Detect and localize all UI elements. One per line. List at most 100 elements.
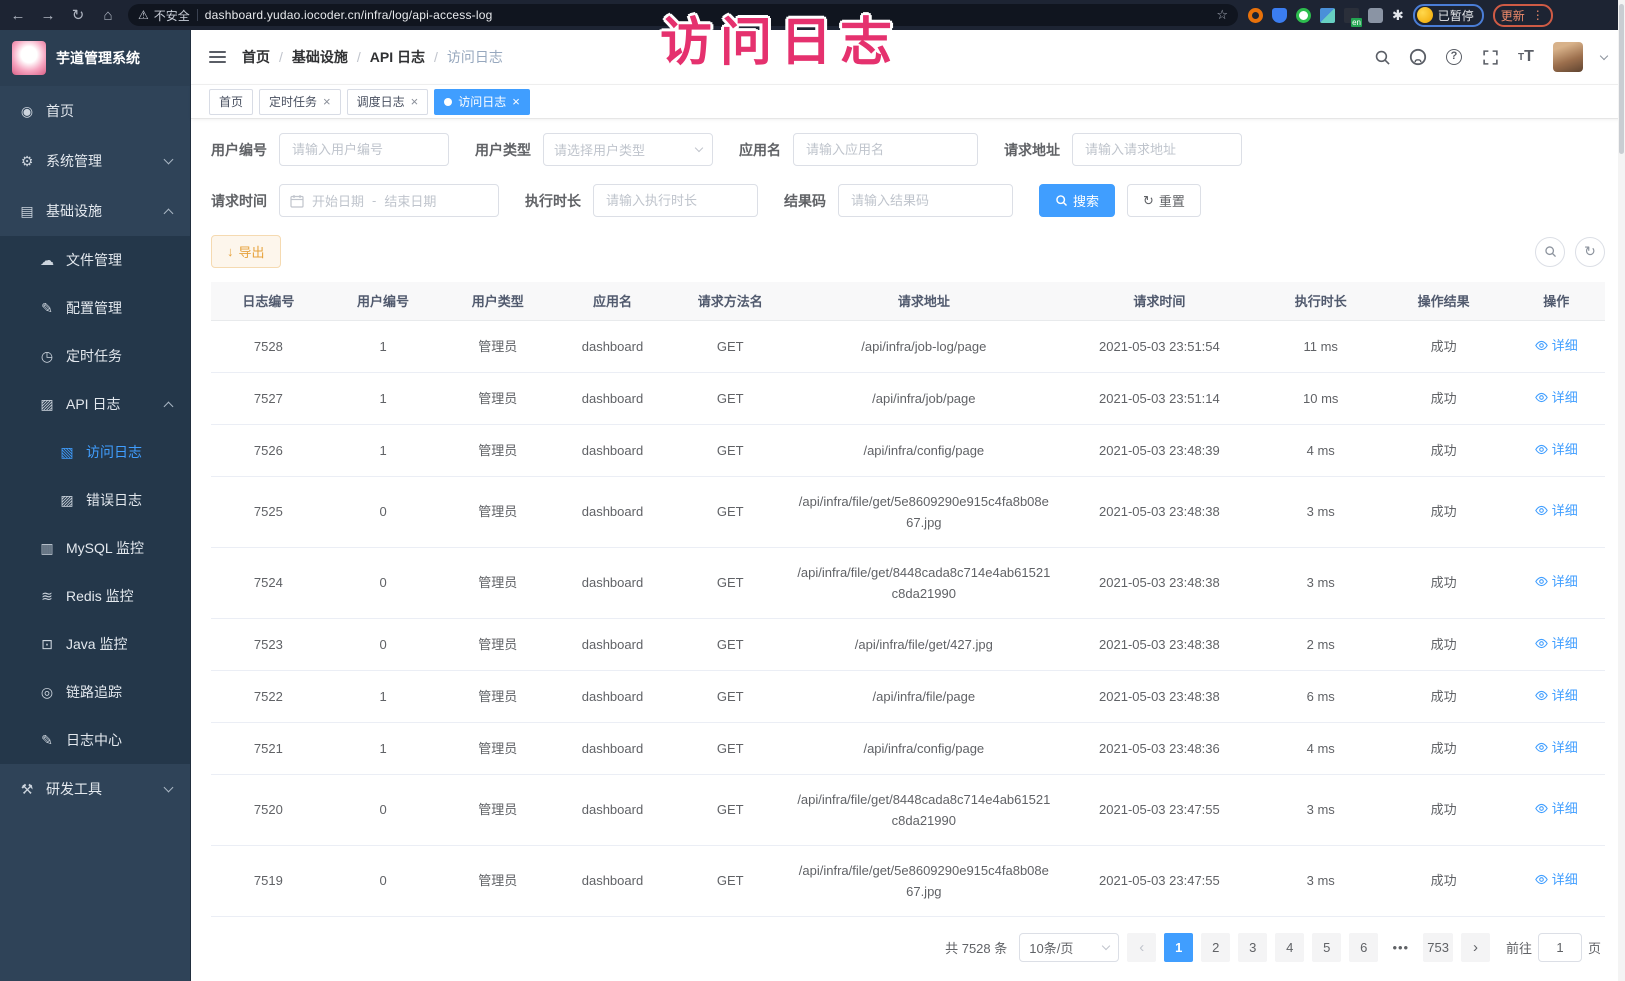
detail-link[interactable]: 详细 bbox=[1535, 869, 1578, 890]
date-range-picker[interactable]: 开始日期 - 结束日期 bbox=[279, 184, 499, 217]
browser-back-icon[interactable]: ← bbox=[8, 7, 28, 24]
page-button-1[interactable]: 1 bbox=[1164, 933, 1193, 962]
extension-icon[interactable] bbox=[1248, 8, 1263, 23]
scrollbar[interactable] bbox=[1618, 0, 1625, 981]
breadcrumb-api-log[interactable]: API 日志 bbox=[370, 47, 425, 67]
browser-reload-icon[interactable]: ↻ bbox=[68, 6, 88, 24]
tab-access-log[interactable]: 访问日志 × bbox=[434, 89, 530, 115]
user-menu-caret-icon[interactable] bbox=[1600, 51, 1608, 59]
tab-schedule-log[interactable]: 调度日志 × bbox=[347, 89, 429, 115]
duration-input[interactable] bbox=[593, 184, 758, 217]
cell-result: 成功 bbox=[1380, 372, 1508, 424]
breadcrumb-separator: / bbox=[434, 49, 438, 65]
sidebar-item-redis-monitor[interactable]: ≋ Redis 监控 bbox=[0, 572, 190, 620]
sidebar-item-home[interactable]: ◉ 首页 bbox=[0, 86, 190, 136]
toggle-search-button[interactable] bbox=[1535, 237, 1565, 267]
sidebar-collapse-icon[interactable] bbox=[209, 51, 226, 63]
search-icon bbox=[1055, 194, 1068, 207]
more-pages-button[interactable]: ••• bbox=[1386, 933, 1415, 962]
sidebar-item-mysql-monitor[interactable]: ▥ MySQL 监控 bbox=[0, 524, 190, 572]
help-icon[interactable]: ? bbox=[1445, 48, 1463, 66]
cell-user-type: 管理员 bbox=[440, 476, 555, 547]
sidebar-item-config-management[interactable]: ✎ 配置管理 bbox=[0, 284, 190, 332]
filter-row-1: 用户编号 用户类型 请选择用户类型 应用名 请求地址 bbox=[211, 133, 1605, 166]
update-button[interactable]: 更新 ⋮ bbox=[1493, 4, 1553, 27]
extension-icon[interactable] bbox=[1320, 8, 1335, 23]
page-button-4[interactable]: 4 bbox=[1275, 933, 1304, 962]
browser-home-icon[interactable]: ⌂ bbox=[98, 7, 118, 24]
close-icon[interactable]: × bbox=[411, 95, 419, 108]
tab-scheduled-tasks[interactable]: 定时任务 × bbox=[259, 89, 341, 115]
page-button-last[interactable]: 753 bbox=[1423, 933, 1453, 962]
page-button-6[interactable]: 6 bbox=[1349, 933, 1378, 962]
browser-forward-icon[interactable]: → bbox=[38, 7, 58, 24]
sidebar-item-system-management[interactable]: ⚙ 系统管理 bbox=[0, 136, 190, 186]
reset-button[interactable]: ↻ 重置 bbox=[1127, 184, 1201, 217]
export-button[interactable]: ↓ 导出 bbox=[211, 235, 281, 268]
prev-page-button[interactable]: ‹ bbox=[1127, 933, 1156, 962]
user-avatar[interactable] bbox=[1553, 42, 1583, 72]
detail-link[interactable]: 详细 bbox=[1535, 387, 1578, 408]
app-name-input[interactable] bbox=[793, 133, 978, 166]
detail-link[interactable]: 详细 bbox=[1535, 798, 1578, 819]
bookmark-star-icon[interactable]: ☆ bbox=[1216, 7, 1228, 23]
extension-icon[interactable] bbox=[1368, 8, 1383, 23]
sidebar-item-label: Redis 监控 bbox=[66, 586, 172, 606]
extension-icon[interactable] bbox=[1296, 8, 1311, 23]
sidebar-item-file-management[interactable]: ☁ 文件管理 bbox=[0, 236, 190, 284]
close-icon[interactable]: × bbox=[512, 95, 520, 108]
user-type-select[interactable]: 请选择用户类型 bbox=[543, 133, 713, 166]
fullscreen-icon[interactable] bbox=[1481, 48, 1499, 66]
breadcrumb-infrastructure[interactable]: 基础设施 bbox=[292, 47, 348, 67]
sidebar-item-java-monitor[interactable]: ⊡ Java 监控 bbox=[0, 620, 190, 668]
search-button[interactable]: 搜索 bbox=[1039, 184, 1115, 217]
breadcrumb-current: 访问日志 bbox=[447, 47, 503, 67]
cell-method: GET bbox=[670, 372, 791, 424]
user-id-input[interactable] bbox=[279, 133, 449, 166]
detail-link[interactable]: 详细 bbox=[1535, 685, 1578, 706]
browser-menu-icon[interactable]: ⋮ bbox=[1532, 8, 1545, 22]
cell-result: 成功 bbox=[1380, 547, 1508, 618]
cell-method: GET bbox=[670, 618, 791, 670]
refresh-table-button[interactable]: ↻ bbox=[1575, 237, 1605, 267]
tab-home[interactable]: 首页 bbox=[209, 89, 253, 115]
sidebar-item-infrastructure[interactable]: ▤ 基础设施 bbox=[0, 186, 190, 236]
page-button-2[interactable]: 2 bbox=[1201, 933, 1230, 962]
page-button-3[interactable]: 3 bbox=[1238, 933, 1267, 962]
github-icon[interactable] bbox=[1409, 48, 1427, 66]
font-size-icon[interactable]: TT bbox=[1517, 48, 1535, 66]
detail-link[interactable]: 详细 bbox=[1535, 633, 1578, 654]
profile-badge[interactable]: 已暂停 bbox=[1413, 4, 1484, 27]
detail-link[interactable]: 详细 bbox=[1535, 335, 1578, 356]
translate-extension-icon[interactable] bbox=[1344, 8, 1359, 23]
sidebar-item-scheduled-tasks[interactable]: ◷ 定时任务 bbox=[0, 332, 190, 380]
result-code-input[interactable] bbox=[838, 184, 1013, 217]
sidebar-item-api-log[interactable]: ▨ API 日志 bbox=[0, 380, 190, 428]
security-warning[interactable]: ⚠ 不安全 bbox=[138, 7, 190, 24]
breadcrumb-home[interactable]: 首页 bbox=[242, 47, 270, 67]
detail-link[interactable]: 详细 bbox=[1535, 737, 1578, 758]
detail-link[interactable]: 详细 bbox=[1535, 571, 1578, 592]
sidebar-item-error-log[interactable]: ▨ 错误日志 bbox=[0, 476, 190, 524]
sidebar-item-log-center[interactable]: ✎ 日志中心 bbox=[0, 716, 190, 764]
page-size-select[interactable]: 10条/页 bbox=[1019, 933, 1119, 962]
table-row: 7527 1 管理员 dashboard GET /api/infra/job/… bbox=[211, 372, 1605, 424]
cell-duration: 11 ms bbox=[1262, 320, 1380, 372]
search-icon[interactable] bbox=[1373, 48, 1391, 66]
detail-link[interactable]: 详细 bbox=[1535, 500, 1578, 521]
extension-icon[interactable] bbox=[1272, 8, 1287, 23]
sidebar-item-dev-tools[interactable]: ⚒ 研发工具 bbox=[0, 764, 190, 814]
page-button-5[interactable]: 5 bbox=[1312, 933, 1341, 962]
goto-page-input[interactable] bbox=[1538, 933, 1582, 962]
next-page-button[interactable]: › bbox=[1461, 933, 1490, 962]
toolbar: ↓ 导出 ↻ bbox=[211, 235, 1605, 268]
request-url-input[interactable] bbox=[1072, 133, 1242, 166]
sidebar-item-trace[interactable]: ◎ 链路追踪 bbox=[0, 668, 190, 716]
detail-link-label: 详细 bbox=[1552, 685, 1578, 706]
extension-icon[interactable]: ✱ bbox=[1392, 7, 1404, 24]
scrollbar-thumb[interactable] bbox=[1619, 4, 1624, 154]
sidebar-item-access-log[interactable]: ▧ 访问日志 bbox=[0, 428, 190, 476]
close-icon[interactable]: × bbox=[323, 95, 331, 108]
detail-link[interactable]: 详细 bbox=[1535, 439, 1578, 460]
app-logo[interactable]: 芋道管理系统 bbox=[0, 30, 190, 86]
